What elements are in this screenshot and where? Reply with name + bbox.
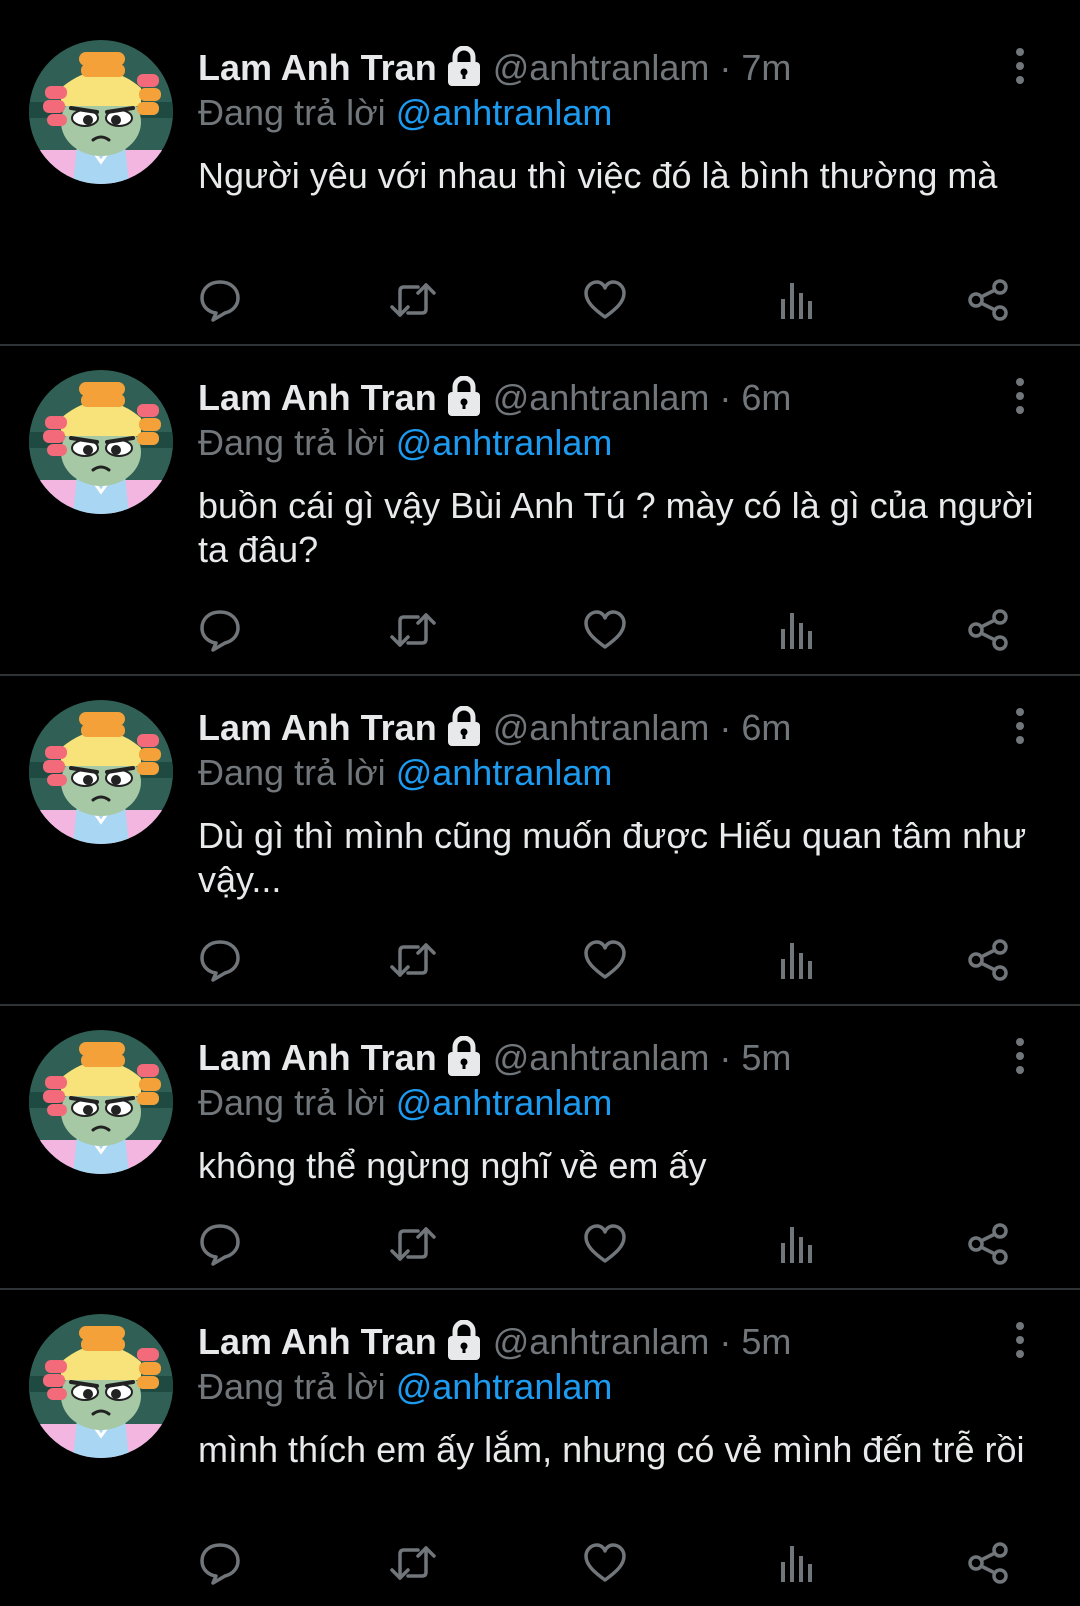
- retweet-icon[interactable]: [388, 1219, 438, 1269]
- tweet-text: Dù gì thì mình cũng muốn được Hiếu quan …: [198, 815, 1027, 900]
- replying-to-handle[interactable]: @anhtranlam: [396, 422, 613, 463]
- tweet[interactable]: Lam Anh Tran @anhtranlam · 6m Đang trả l…: [0, 676, 1080, 1006]
- reply-icon[interactable]: [195, 275, 245, 325]
- separator-dot: ·: [719, 707, 732, 748]
- replying-to-label: Đang trả lời: [198, 1082, 386, 1123]
- retweet-icon[interactable]: [388, 275, 438, 325]
- tweet[interactable]: Lam Anh Tran @anhtranlam · 6m Đang trả l…: [0, 346, 1080, 676]
- replying-to-handle[interactable]: @anhtranlam: [396, 1366, 613, 1407]
- avatar[interactable]: [29, 700, 173, 844]
- share-icon[interactable]: [963, 275, 1013, 325]
- tweet[interactable]: Lam Anh Tran @anhtranlam · 5m Đang trả l…: [0, 1006, 1080, 1290]
- retweet-icon[interactable]: [388, 935, 438, 985]
- views-icon[interactable]: [772, 605, 822, 655]
- timestamp[interactable]: 5m: [741, 1037, 791, 1079]
- avatar[interactable]: [29, 40, 173, 184]
- lock-icon: [445, 376, 483, 421]
- user-handle[interactable]: @anhtranlam: [493, 1321, 710, 1363]
- separator-dot: ·: [719, 1037, 732, 1078]
- views-icon[interactable]: [772, 1538, 822, 1588]
- reply-icon[interactable]: [195, 935, 245, 985]
- display-name[interactable]: Lam Anh Tran: [198, 377, 437, 419]
- timeline-feed: Lam Anh Tran @anhtranlam · 7m Đang trả l…: [0, 0, 1080, 1606]
- user-handle[interactable]: @anhtranlam: [493, 47, 710, 89]
- share-icon[interactable]: [963, 1219, 1013, 1269]
- separator-dot: ·: [719, 377, 732, 418]
- tweet-header: Lam Anh Tran @anhtranlam · 6m: [198, 374, 791, 422]
- tweet-text: Người yêu với nhau thì việc đó là bình t…: [198, 155, 998, 196]
- more-vertical-icon[interactable]: [1006, 1036, 1034, 1076]
- tweet-text: mình thích em ấy lắm, nhưng có vẻ mình đ…: [198, 1429, 1025, 1470]
- reply-icon[interactable]: [195, 605, 245, 655]
- replying-to: Đang trả lời @anhtranlam: [198, 752, 612, 794]
- heart-icon[interactable]: [580, 935, 630, 985]
- user-handle[interactable]: @anhtranlam: [493, 377, 710, 419]
- tweet[interactable]: Lam Anh Tran @anhtranlam · 5m Đang trả l…: [0, 1290, 1080, 1606]
- lock-icon: [445, 706, 483, 751]
- action-bar: [0, 275, 1080, 325]
- reply-icon[interactable]: [195, 1219, 245, 1269]
- timestamp[interactable]: 6m: [741, 707, 791, 749]
- action-bar: [0, 935, 1080, 985]
- replying-to-handle[interactable]: @anhtranlam: [396, 1082, 613, 1123]
- replying-to: Đang trả lời @anhtranlam: [198, 1366, 612, 1408]
- replying-to: Đang trả lời @anhtranlam: [198, 422, 612, 464]
- timestamp[interactable]: 5m: [741, 1321, 791, 1363]
- tweet-header: Lam Anh Tran @anhtranlam · 6m: [198, 704, 791, 752]
- action-bar: [0, 1219, 1080, 1269]
- timestamp[interactable]: 6m: [741, 377, 791, 419]
- more-vertical-icon[interactable]: [1006, 376, 1034, 416]
- more-vertical-icon[interactable]: [1006, 1320, 1034, 1360]
- views-icon[interactable]: [772, 275, 822, 325]
- heart-icon[interactable]: [580, 1538, 630, 1588]
- replying-to: Đang trả lời @anhtranlam: [198, 92, 612, 134]
- retweet-icon[interactable]: [388, 605, 438, 655]
- share-icon[interactable]: [963, 605, 1013, 655]
- display-name[interactable]: Lam Anh Tran: [198, 707, 437, 749]
- avatar[interactable]: [29, 370, 173, 514]
- reply-icon[interactable]: [195, 1538, 245, 1588]
- avatar[interactable]: [29, 1030, 173, 1174]
- separator-dot: ·: [719, 1321, 732, 1362]
- user-handle[interactable]: @anhtranlam: [493, 707, 710, 749]
- tweet[interactable]: Lam Anh Tran @anhtranlam · 7m Đang trả l…: [0, 0, 1080, 346]
- heart-icon[interactable]: [580, 1219, 630, 1269]
- replying-to-handle[interactable]: @anhtranlam: [396, 92, 613, 133]
- tweet-header: Lam Anh Tran @anhtranlam · 5m: [198, 1034, 791, 1082]
- replying-to-label: Đang trả lời: [198, 92, 386, 133]
- replying-to-label: Đang trả lời: [198, 1366, 386, 1407]
- replying-to-handle[interactable]: @anhtranlam: [396, 752, 613, 793]
- user-handle[interactable]: @anhtranlam: [493, 1037, 710, 1079]
- heart-icon[interactable]: [580, 275, 630, 325]
- action-bar: [0, 1538, 1080, 1588]
- tweet-header: Lam Anh Tran @anhtranlam · 5m: [198, 1318, 791, 1366]
- tweet-text: buồn cái gì vậy Bùi Anh Tú ? mày có là g…: [198, 485, 1034, 570]
- replying-to: Đang trả lời @anhtranlam: [198, 1082, 612, 1124]
- tweet-header: Lam Anh Tran @anhtranlam · 7m: [198, 44, 791, 92]
- lock-icon: [445, 46, 483, 91]
- lock-icon: [445, 1320, 483, 1365]
- more-vertical-icon[interactable]: [1006, 706, 1034, 746]
- share-icon[interactable]: [963, 935, 1013, 985]
- retweet-icon[interactable]: [388, 1538, 438, 1588]
- separator-dot: ·: [719, 47, 732, 88]
- timestamp[interactable]: 7m: [741, 47, 791, 89]
- lock-icon: [445, 1036, 483, 1081]
- views-icon[interactable]: [772, 935, 822, 985]
- replying-to-label: Đang trả lời: [198, 752, 386, 793]
- replying-to-label: Đang trả lời: [198, 422, 386, 463]
- action-bar: [0, 605, 1080, 655]
- display-name[interactable]: Lam Anh Tran: [198, 47, 437, 89]
- display-name[interactable]: Lam Anh Tran: [198, 1321, 437, 1363]
- display-name[interactable]: Lam Anh Tran: [198, 1037, 437, 1079]
- tweet-text: không thể ngừng nghĩ về em ấy: [198, 1145, 707, 1186]
- avatar[interactable]: [29, 1314, 173, 1458]
- views-icon[interactable]: [772, 1219, 822, 1269]
- share-icon[interactable]: [963, 1538, 1013, 1588]
- more-vertical-icon[interactable]: [1006, 46, 1034, 86]
- heart-icon[interactable]: [580, 605, 630, 655]
